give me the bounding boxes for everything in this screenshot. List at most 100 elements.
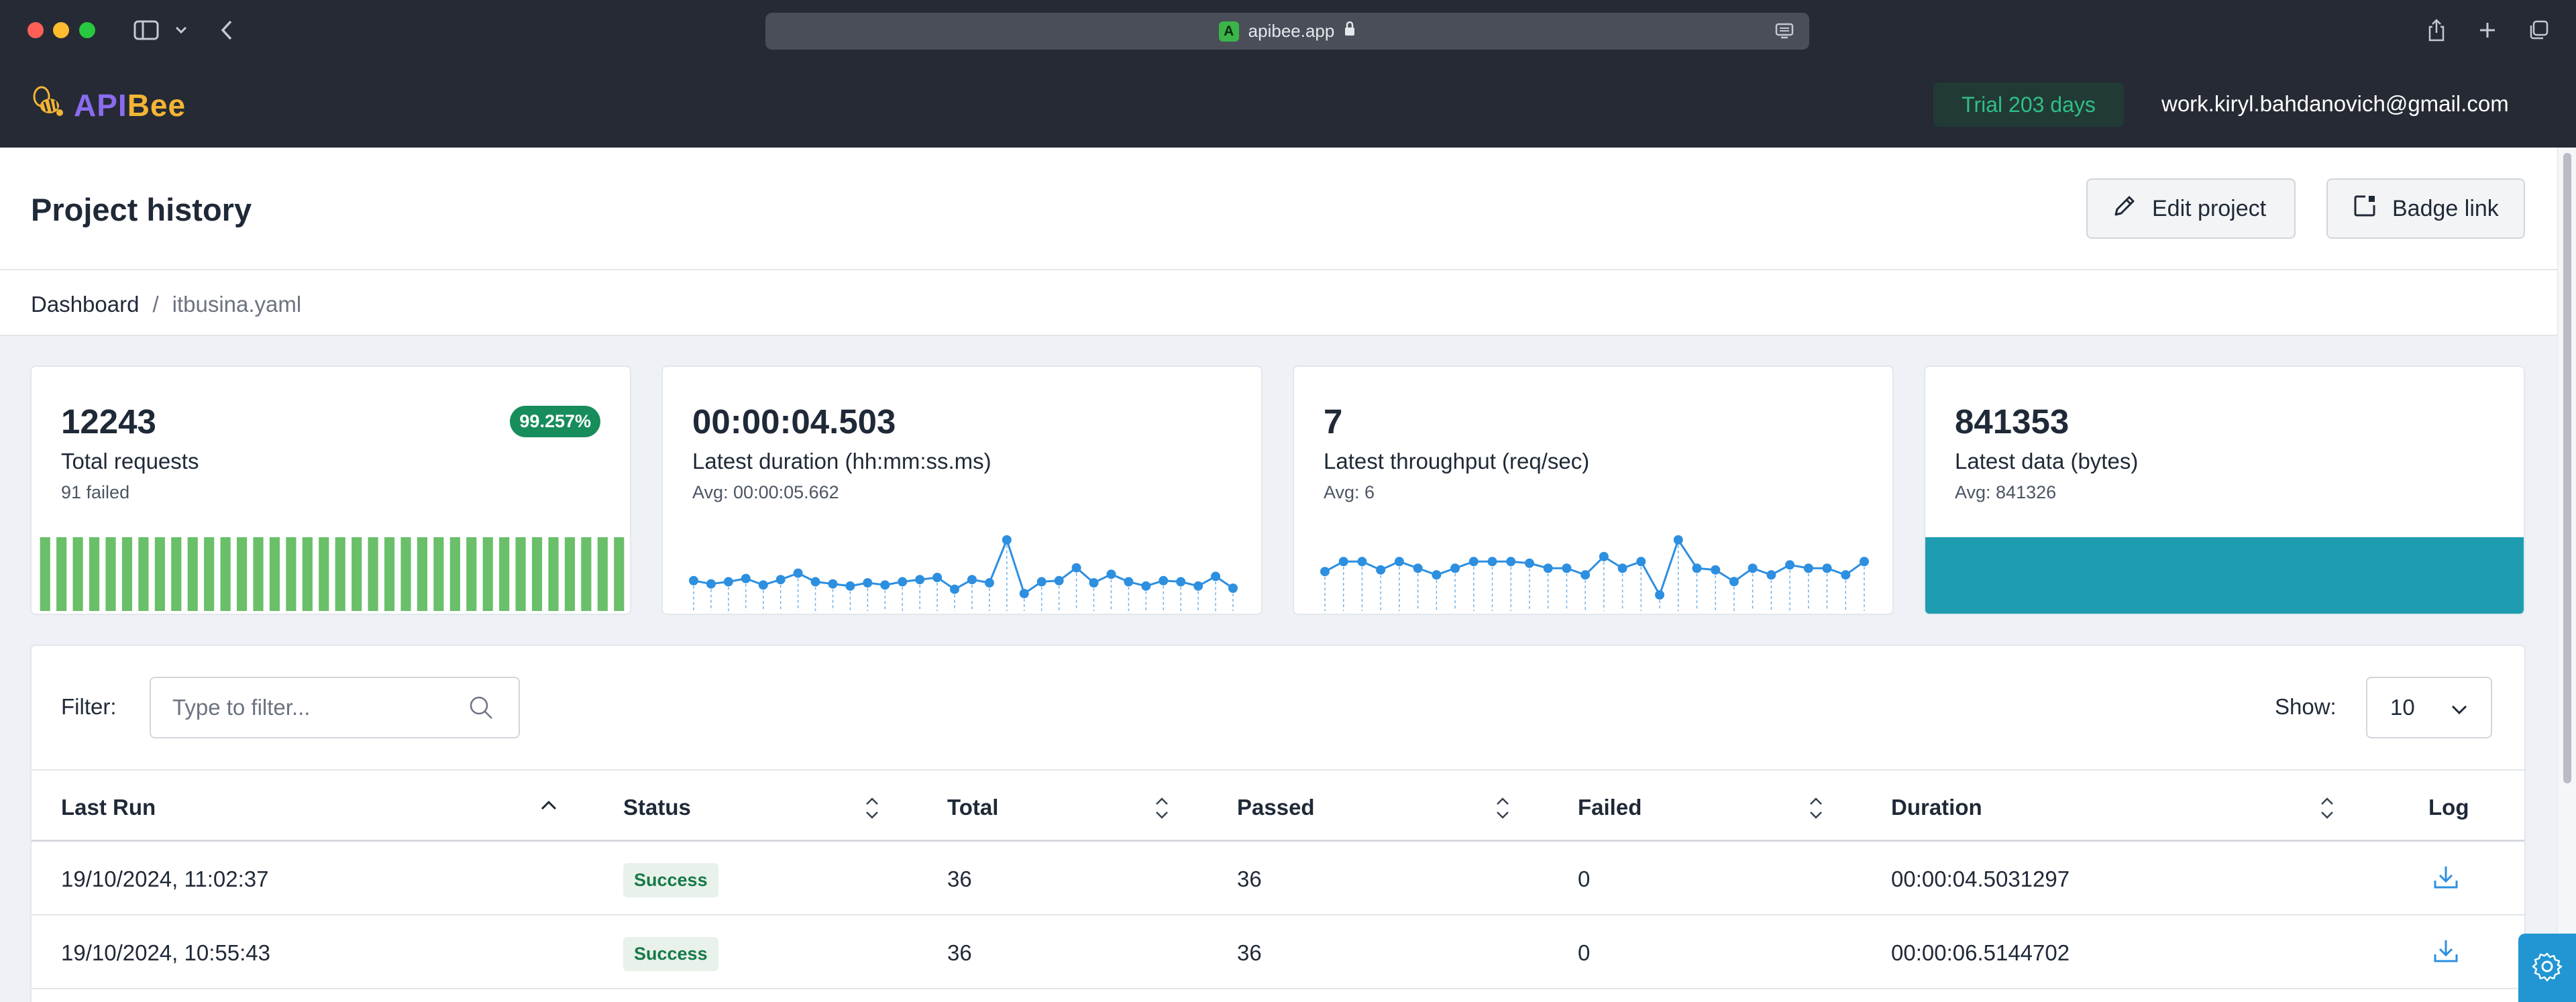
throughput-point [1785,560,1795,570]
sort-icon[interactable] [1493,795,1513,825]
column-failed[interactable]: Failed [1578,795,1642,820]
cell-failed: 0 [1578,940,1591,965]
throughput-point [1748,563,1758,573]
download-log-icon[interactable] [2432,937,2460,968]
requests-bar [72,537,83,611]
gear-icon [2532,951,2563,985]
throughput-point [1320,567,1330,577]
throughput-point [1841,570,1851,580]
sort-icon[interactable] [1152,795,1172,825]
throughput-point [1394,557,1404,567]
duration-sparkline [689,535,1238,611]
requests-bar [564,537,576,611]
chevron-down-icon [2451,695,2468,720]
requests-bar [614,537,625,611]
requests-bar [138,537,149,611]
history-table-panel: Filter: Show: 10 Last Run Status Total P… [30,645,2526,1002]
tab-overview-icon[interactable] [2525,15,2552,46]
column-passed[interactable]: Passed [1237,795,1315,820]
sidebar-toggle-icon[interactable] [130,15,162,46]
cell-total: 36 [947,867,972,891]
data-average: Avg: 841326 [1955,482,2057,502]
cell-duration: 00:00:06.5144702 [1891,940,2070,965]
cell-total: 36 [947,940,972,965]
duration-point [1002,535,1012,545]
throughput-point [1506,557,1516,567]
requests-bar [105,537,116,611]
trial-badge[interactable]: Trial 203 days [1933,82,2124,127]
edit-project-button[interactable]: Edit project [2086,178,2296,239]
page-size-select[interactable]: 10 [2366,677,2492,738]
requests-bar [368,537,378,611]
badge-link-label: Badge link [2392,195,2499,221]
throughput-point [1655,590,1665,600]
back-icon[interactable] [213,15,240,46]
user-email[interactable]: work.kiryl.bahdanovich@gmail.com [2161,91,2509,117]
throughput-point [1860,557,1869,567]
chevron-down-icon[interactable] [171,15,191,46]
app-header: APIBee Trial 203 days work.kiryl.bahdano… [0,60,2576,148]
show-label: Show: [2275,694,2337,719]
total-requests-label: Total requests [61,449,199,474]
requests-bar [352,537,362,611]
scrollbar-thumb[interactable] [2563,153,2571,783]
filter-input[interactable] [150,677,520,738]
throughput-point [1487,557,1497,567]
sort-icon[interactable] [1806,795,1826,825]
download-log-icon[interactable] [2432,863,2460,895]
duration-point [898,577,908,587]
settings-button[interactable] [2518,934,2576,1002]
throughput-point [1803,563,1813,573]
zoom-window-button[interactable] [79,22,95,38]
cell-failed: 0 [1578,867,1591,891]
duration-point [758,580,768,590]
cell-passed: 36 [1237,867,1262,891]
minimize-window-button[interactable] [53,22,69,38]
apibee-logo[interactable]: APIBee [30,86,186,124]
search-icon [468,694,494,724]
throughput-point [1376,565,1386,575]
throughput-point [1636,557,1646,567]
page-scrollbar[interactable] [2557,148,2576,1002]
duration-series-line [693,537,1234,596]
duration-point [880,580,890,590]
reader-mode-icon[interactable] [1774,22,1794,44]
success-rate-badge: 99.257% [510,406,600,437]
new-tab-icon[interactable] [2474,15,2501,46]
throughput-point [1766,570,1776,580]
cell-passed: 36 [1237,940,1262,965]
table-header: Last Run Status Total Passed Failed Dura… [32,769,2524,842]
latest-data-label: Latest data (bytes) [1955,449,2139,474]
requests-bar [40,537,50,611]
share-icon[interactable] [2423,15,2450,46]
requests-bar [253,537,264,611]
sort-icon[interactable] [2317,795,2337,825]
close-window-button[interactable] [28,22,44,38]
duration-point [1124,577,1134,587]
data-fill-bar [1925,537,2524,614]
address-bar[interactable]: A apibee.app [765,13,1809,50]
column-status[interactable]: Status [623,795,691,820]
throughput-point [1413,563,1423,573]
column-total[interactable]: Total [947,795,998,820]
duration-point [793,568,803,578]
column-duration[interactable]: Duration [1891,795,1982,820]
requests-bar [56,537,67,611]
duration-point [915,575,925,585]
throughput-series-line [1324,537,1865,598]
throughput-point [1617,563,1627,573]
requests-bar [319,537,329,611]
requests-bar [286,537,297,611]
duration-point [810,577,820,587]
badge-link-button[interactable]: Badge link [2326,178,2525,239]
breadcrumb-dashboard-link[interactable]: Dashboard [31,292,139,317]
duration-point [828,579,838,589]
table-row[interactable]: 19/10/2024, 10:55:43 Success 36 36 0 00:… [32,915,2524,989]
duration-point [1141,581,1151,591]
table-row[interactable]: 19/10/2024, 11:02:37 Success 36 36 0 00:… [32,842,2524,915]
column-last-run[interactable]: Last Run [61,795,156,820]
requests-bar [482,537,493,611]
requests-bar [548,537,559,611]
sort-icon[interactable] [862,795,882,825]
sort-ascending-icon[interactable] [539,797,559,817]
